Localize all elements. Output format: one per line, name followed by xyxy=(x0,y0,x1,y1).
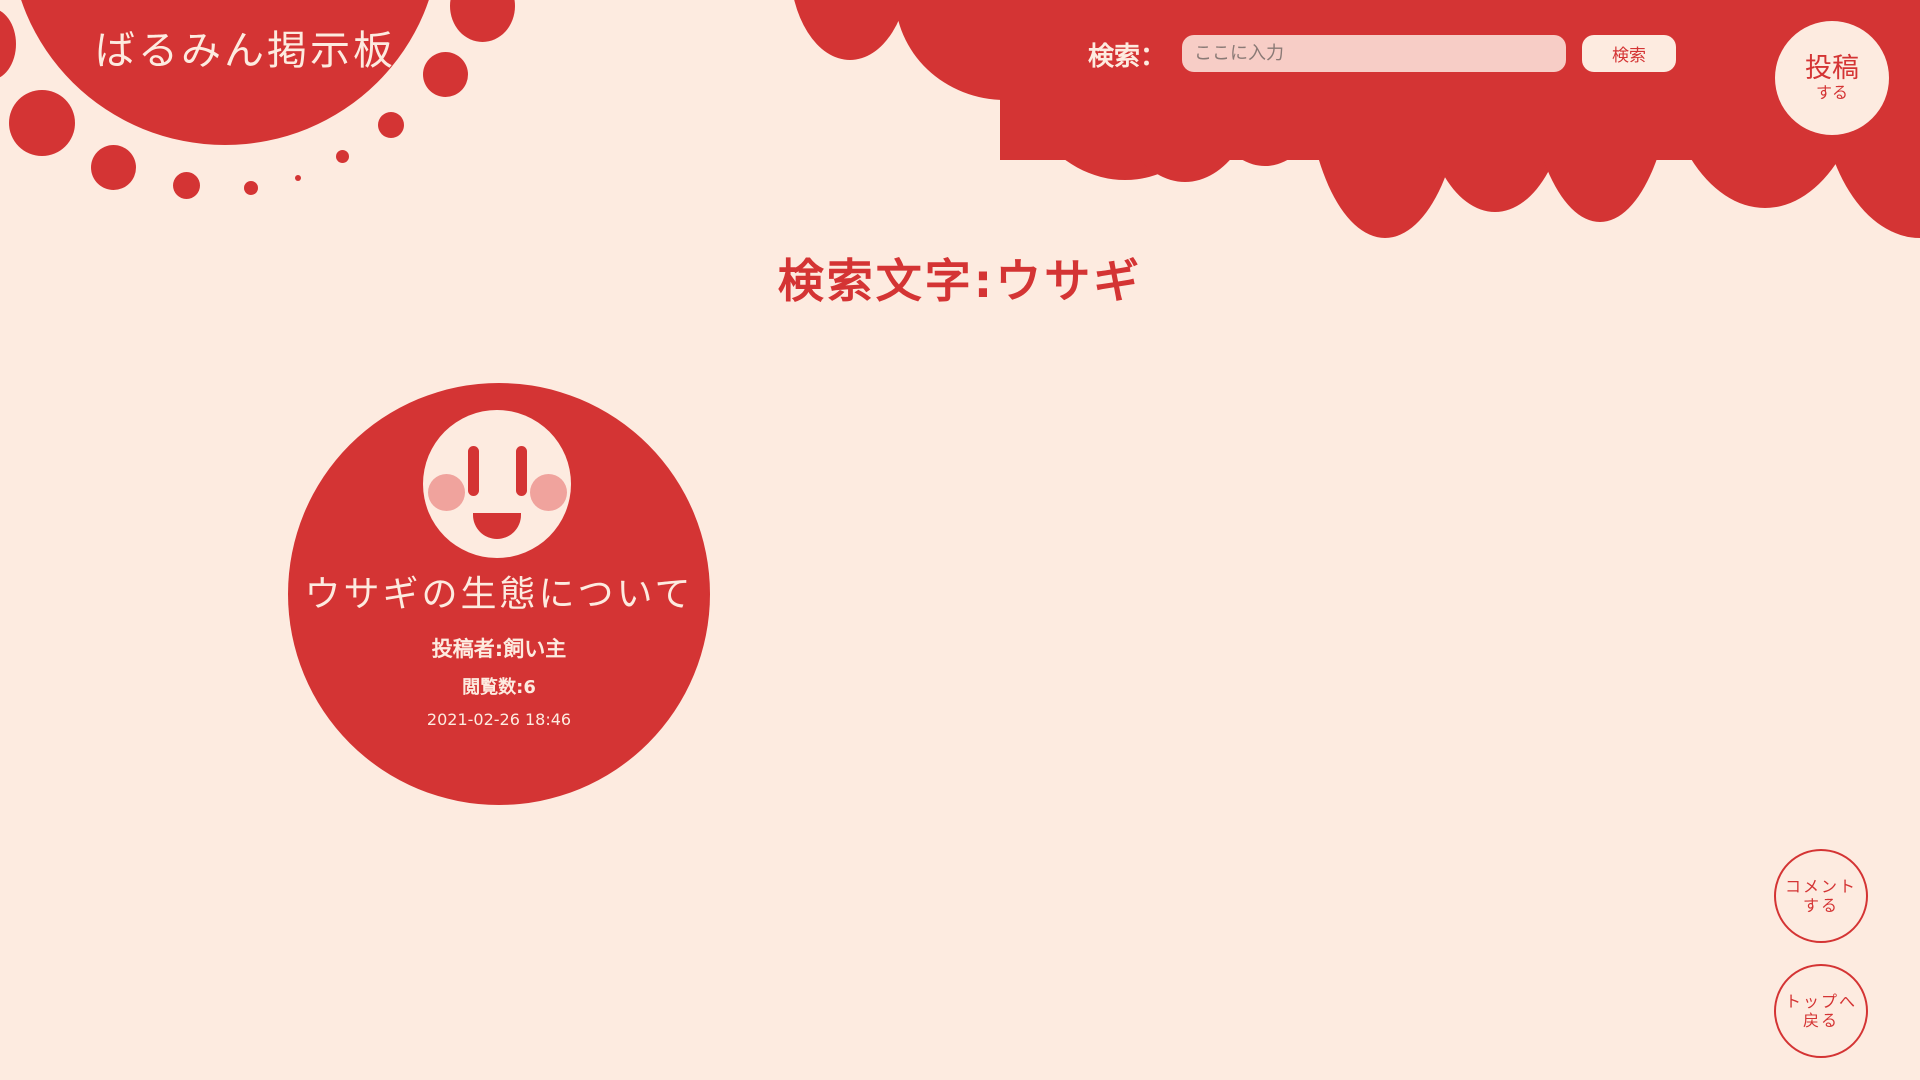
page-title: 検索文字:ウサギ xyxy=(777,254,1143,308)
smiley-face-icon xyxy=(423,410,571,558)
post-button-sublabel: する xyxy=(1815,83,1848,102)
post-author: 投稿者:飼い主 xyxy=(431,637,567,661)
post-date: 2021-02-26 18:46 xyxy=(426,710,572,729)
face-mouth xyxy=(473,513,521,539)
back-to-top-button[interactable]: トップへ 戻る xyxy=(1774,964,1868,1058)
face-eye-left xyxy=(468,446,479,496)
post-card[interactable]: ウサギの生態について 投稿者:飼い主 閲覧数:6 2021-02-26 18:4… xyxy=(288,383,710,805)
search-button[interactable]: 検索 xyxy=(1582,35,1676,72)
post-title[interactable]: ウサギの生態について xyxy=(288,565,710,617)
face-eye-right xyxy=(516,446,527,496)
post-views: 閲覧数:6 xyxy=(462,677,536,698)
post-button[interactable]: 投稿 する xyxy=(1775,21,1889,135)
site-logo[interactable]: ばるみん掲示板 xyxy=(95,18,396,76)
post-button-label: 投稿 xyxy=(1805,53,1859,84)
search-label: 検索： xyxy=(1088,42,1167,72)
face-cheek-left xyxy=(428,474,465,511)
page: ばるみん掲示板 検索： 検索 投稿 する 検索文字:ウサギ ウサギの生態について xyxy=(0,0,1920,1080)
face-cheek-right xyxy=(530,474,567,511)
comment-button[interactable]: コメント する xyxy=(1774,849,1868,943)
search-input[interactable] xyxy=(1182,35,1566,72)
